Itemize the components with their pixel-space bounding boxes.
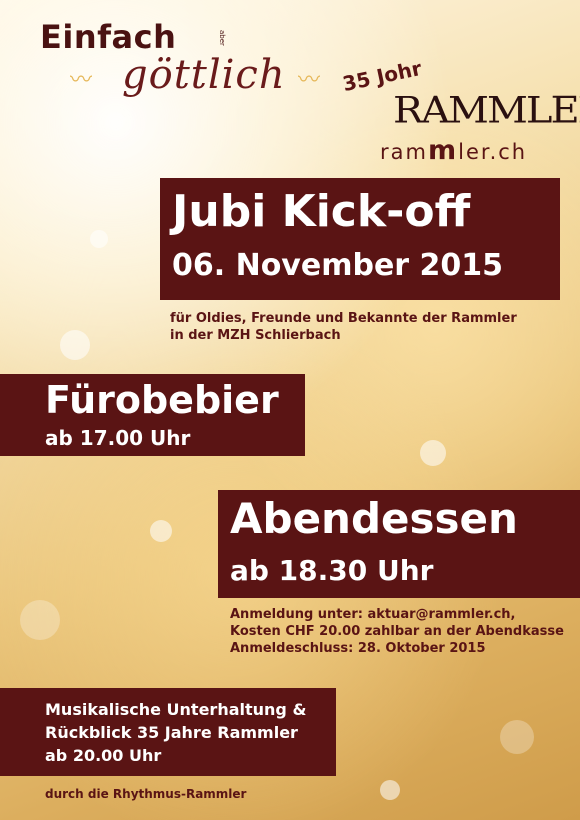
logo-aber: aber [218,30,226,46]
fuerobebier-title: Fürobebier [45,378,279,422]
rammler-logo: RAMMLER [393,90,580,132]
logo-einfach: Einfach [40,18,177,56]
musik-line2: Rückblick 35 Jahre Rammler [45,723,298,742]
musik-banner: Musikalische Unterhaltung & Rückblick 35… [0,688,336,776]
abendessen-info: Anmeldung unter: aktuar@rammler.ch, Kost… [230,606,564,657]
rammler-url: rammler.ch [380,135,527,166]
sparkle [90,230,108,248]
intro-line1: für Oldies, Freunde und Bekannte der Ram… [170,311,517,326]
musik-line3: ab 20.00 Uhr [45,746,162,765]
fuerobebier-time: ab 17.00 Uhr [45,426,191,450]
sparkle [150,520,172,542]
headline-title: Jubi Kick-off [172,186,471,237]
sparkle [420,440,446,466]
einfach-goettlich-logo: Einfach aber 〰 göttlich 〰 [40,18,320,98]
sparkle [20,600,60,640]
fuerobebier-banner: Fürobebier ab 17.00 Uhr [0,374,305,456]
abendessen-banner: Abendessen ab 18.30 Uhr [218,490,580,598]
abendessen-info2: Kosten CHF 20.00 zahlbar an der Abendkas… [230,624,564,639]
sparkle [380,780,400,800]
abendessen-title: Abendessen [230,494,518,543]
musik-line1: Musikalische Unterhaltung & [45,700,307,719]
intro-text: für Oldies, Freunde und Bekannte der Ram… [170,310,517,344]
musik-credit: durch die Rhythmus-Rammler [45,787,247,801]
url-suffix: ler.ch [458,140,528,164]
intro-line2: in der MZH Schlierbach [170,328,341,343]
url-mm: m [427,135,459,166]
abendessen-time: ab 18.30 Uhr [230,554,434,587]
sparkle [500,720,534,754]
headline-date: 06. November 2015 [172,248,504,283]
headline-banner: Jubi Kick-off 06. November 2015 [160,178,560,300]
left-wing-icon: 〰 [70,68,93,93]
right-wing-icon: 〰 [298,68,321,93]
abendessen-info1: Anmeldung unter: aktuar@rammler.ch, [230,607,516,622]
sparkle [60,330,90,360]
logo-goettlich: göttlich [122,52,286,98]
url-prefix: ram [380,140,428,164]
abendessen-info3: Anmeldeschluss: 28. Oktober 2015 [230,641,486,656]
musik-text: Musikalische Unterhaltung & Rückblick 35… [45,698,306,767]
